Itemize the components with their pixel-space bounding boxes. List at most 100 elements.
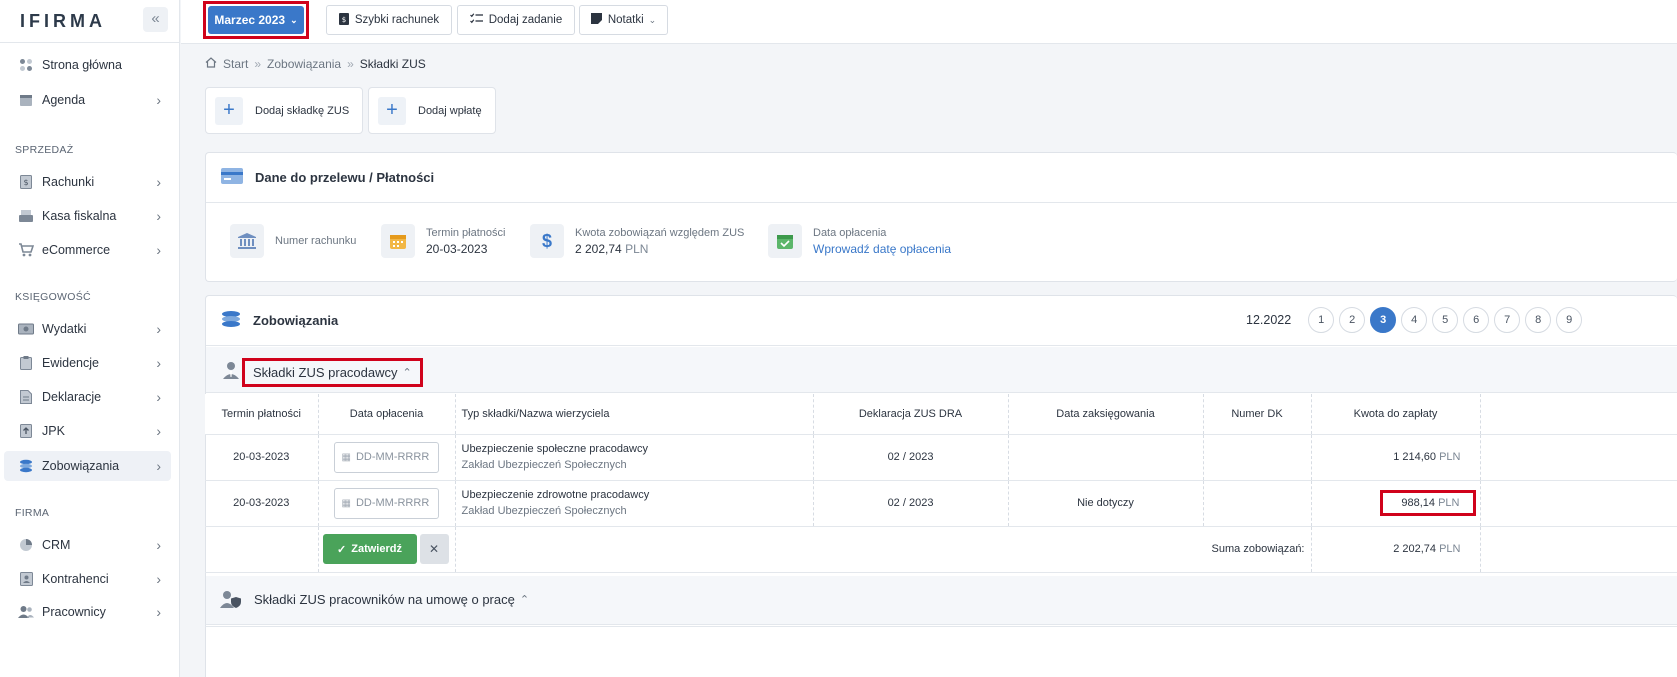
chevron-right-icon: › (156, 321, 161, 337)
quick-invoice-button[interactable]: $ Szybki rachunek (326, 5, 452, 35)
sidebar-item-label: Strona główna (42, 58, 122, 72)
amount-label: Kwota zobowiązań względem ZUS (575, 226, 745, 239)
plus-icon: + (215, 96, 243, 125)
chevron-down-icon: ⌄ (290, 14, 298, 25)
page-button[interactable]: 1 (1308, 307, 1335, 333)
breadcrumb-separator-icon: » (254, 57, 262, 71)
sidebar-item-employees[interactable]: Pracownicy › (4, 597, 171, 627)
chevron-right-icon: › (156, 389, 161, 405)
add-task-label: Dodaj zadanie (488, 14, 563, 26)
sidebar-item-declarations[interactable]: Deklaracje › (4, 382, 171, 412)
section-accounting: KSIĘGOWOŚĆ (15, 291, 91, 303)
payment-date-input[interactable]: ▦ DD-MM-RRRR (333, 487, 439, 519)
home-icon (205, 57, 217, 71)
booking-date-cell: Nie dotyczy (1008, 480, 1204, 527)
page-button[interactable]: 5 (1432, 307, 1459, 333)
chevron-right-icon: › (156, 458, 161, 474)
table-row: 20-03-2023 ▦ DD-MM-RRRR Ubezpieczenie sp… (205, 434, 1677, 481)
sidebar-item-label: Agenda (42, 93, 86, 107)
divider (0, 42, 179, 43)
page-button[interactable]: 8 (1525, 307, 1552, 333)
breadcrumb-start[interactable]: Start (223, 57, 248, 71)
cancel-button[interactable]: ✕ (419, 533, 449, 564)
amount-value: 988,14 (1401, 497, 1436, 509)
month-selector-button[interactable]: Marzec 2023 ⌄ (208, 6, 304, 34)
sidebar-item-agenda[interactable]: Agenda › (4, 85, 171, 115)
employee-contributions-toggle[interactable]: Składki ZUS pracowników na umowę o pracę… (254, 592, 529, 607)
notes-button[interactable]: Notatki ⌄ (579, 5, 668, 35)
pie-chart-icon (18, 537, 34, 553)
currency: PLN (1439, 543, 1461, 555)
note-icon (590, 13, 602, 27)
sidebar-item-label: Pracownicy (42, 605, 106, 619)
contribution-type: Ubezpieczenie zdrowotne pracodawcy (461, 489, 650, 501)
sidebar-item-liabilities[interactable]: Zobowiązania › (4, 451, 171, 481)
payment-date-info: Data opłacenia Wprowadź datę opłacenia (768, 224, 951, 258)
coins-icon (18, 458, 34, 474)
period-label: 12.2022 (1246, 313, 1292, 327)
sidebar-item-label: Ewidencje (42, 356, 99, 370)
sidebar-item-invoices[interactable]: $ Rachunki › (4, 167, 171, 197)
add-payment-button[interactable]: + Dodaj wpłatę (368, 87, 496, 134)
breadcrumb-current: Składki ZUS (359, 57, 426, 71)
cash-register-icon (18, 208, 34, 224)
liabilities-panel-title: Zobowiązania (253, 313, 339, 328)
add-task-button[interactable]: Dodaj zadanie (457, 5, 575, 35)
employee-contributions-title: Składki ZUS pracowników na umowę o pracę (254, 592, 515, 607)
enter-payment-date-link[interactable]: Wprowadź datę opłacenia (813, 242, 951, 256)
sidebar-item-ecommerce[interactable]: eCommerce › (4, 235, 171, 265)
amount-highlight: 988,14 PLN (1380, 490, 1476, 516)
page-button[interactable]: 9 (1556, 307, 1583, 333)
sidebar-item-jpk[interactable]: JPK › (4, 416, 171, 446)
close-icon: ✕ (428, 541, 440, 556)
page-button[interactable]: 4 (1401, 307, 1428, 333)
dk-number-cell (1203, 480, 1312, 527)
credit-card-icon (221, 168, 243, 187)
bank-icon (230, 224, 264, 258)
user-tie-icon (223, 361, 239, 382)
page-button-active[interactable]: 3 (1370, 307, 1397, 333)
chevron-up-icon: ⌃ (402, 367, 412, 379)
add-contribution-button[interactable]: + Dodaj składkę ZUS (205, 87, 363, 134)
table-sum-row: ✓ Zatwierdź ✕ Suma zobowiązań: 2 202,74 … (205, 526, 1677, 573)
amount-cell: 1 214,60 PLN (1311, 434, 1481, 481)
page-button[interactable]: 2 (1339, 307, 1366, 333)
user-shield-icon (220, 590, 242, 611)
logo[interactable]: IFIRMA (20, 11, 106, 32)
due-date-cell: 20-03-2023 (205, 434, 319, 481)
employer-contributions-toggle[interactable]: Składki ZUS pracodawcy ⌃ (242, 358, 423, 387)
breadcrumb-liabilities[interactable]: Zobowiązania (267, 57, 341, 71)
notes-label: Notatki (607, 14, 644, 26)
period-pagination: 12.2022 1 2 3 4 5 6 7 8 9 (1246, 307, 1587, 333)
contribution-type: Ubezpieczenie społeczne pracodawcy (461, 443, 649, 455)
currency: PLN (1439, 451, 1461, 463)
sidebar-item-crm[interactable]: CRM › (4, 530, 171, 560)
sidebar-item-label: Wydatki (42, 322, 87, 336)
sidebar-item-label: Zobowiązania (42, 459, 120, 473)
column-header: Data zaksięgowania (1008, 394, 1204, 435)
cart-icon (18, 242, 34, 258)
sidebar-item-home[interactable]: Strona główna (4, 50, 171, 80)
add-contribution-label: Dodaj składkę ZUS (255, 104, 350, 117)
transfer-panel: Dane do przelewu / Płatności Numer rachu… (205, 152, 1677, 282)
page-button[interactable]: 6 (1463, 307, 1490, 333)
quick-invoice-label: Szybki rachunek (354, 14, 440, 26)
column-header: Termin płatności (205, 394, 319, 435)
sidebar-item-contractors[interactable]: Kontrahenci › (4, 564, 171, 594)
sidebar-item-cash-register[interactable]: Kasa fiskalna › (4, 201, 171, 231)
topbar: Marzec 2023 ⌄ $ Szybki rachunek Dodaj za… (181, 0, 1677, 44)
employer-contributions-header: Składki ZUS pracodawcy ⌃ (206, 347, 1677, 393)
sidebar-item-expenses[interactable]: Wydatki › (4, 314, 171, 344)
chevron-right-icon: › (156, 537, 161, 553)
page-button[interactable]: 7 (1494, 307, 1521, 333)
sum-value: 2 202,74 (1393, 543, 1437, 555)
table-row: 20-03-2023 ▦ DD-MM-RRRR Ubezpieczenie zd… (205, 480, 1677, 527)
payment-date-label: Data opłacenia (813, 226, 887, 239)
month-selector-highlight: Marzec 2023 ⌄ (203, 1, 309, 39)
payment-date-input[interactable]: ▦ DD-MM-RRRR (333, 441, 439, 473)
collapse-sidebar-icon[interactable]: « (143, 7, 168, 32)
sidebar-item-records[interactable]: Ewidencje › (4, 348, 171, 378)
month-label: Marzec 2023 (214, 13, 286, 27)
chevron-up-icon: ⌃ (519, 594, 530, 606)
confirm-button[interactable]: ✓ Zatwierdź (322, 534, 417, 565)
